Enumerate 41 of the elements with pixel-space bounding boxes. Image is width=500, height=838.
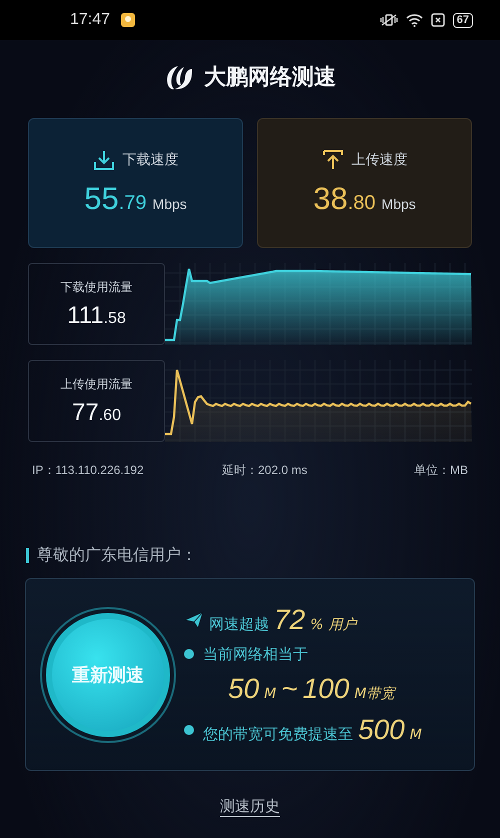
result-text: 当前网络相当于	[203, 644, 308, 664]
speed-unit: Mbps	[382, 196, 416, 212]
result-text: 网速超越	[209, 614, 269, 634]
usage-label: 下载使用流量	[60, 278, 132, 296]
unit-label: 单位：MB	[414, 462, 468, 479]
result-number: 72	[274, 604, 306, 636]
result-unit: 用户	[328, 616, 356, 634]
paper-plane-icon	[184, 610, 204, 628]
download-icon	[92, 149, 114, 171]
upload-icon	[322, 149, 344, 171]
usage-value: 111.58	[67, 302, 126, 330]
usage-label: 上传使用流量	[60, 376, 132, 392]
result-number: ~	[281, 672, 298, 704]
speed-label: 上传速度	[352, 151, 408, 169]
battery-icon: 67	[452, 12, 473, 28]
accent-bar	[26, 548, 29, 563]
app-title: 大鹏网络测速	[204, 64, 336, 92]
result-text: 您的带宽可免费提速至	[203, 724, 353, 744]
result-unit: %	[310, 616, 324, 632]
result-unit: M	[410, 726, 422, 742]
app-notification-icon	[120, 12, 136, 28]
speed-value: 55.79	[84, 181, 147, 217]
speed-value: 38.80	[313, 181, 376, 217]
bullet-icon	[184, 724, 194, 734]
history-link[interactable]: 测速历史	[220, 797, 280, 816]
speed-unit: Mbps	[152, 196, 187, 212]
wifi-icon	[406, 13, 423, 27]
result-number: 50	[228, 672, 260, 704]
bullet-icon	[184, 649, 194, 659]
ip-address: IP：113.110.226.192	[32, 462, 145, 479]
sim-blocked-icon	[430, 13, 445, 27]
latency: 延时：202.0 ms	[222, 462, 308, 479]
result-number: 100	[302, 672, 350, 704]
result-unit: M带宽	[354, 684, 394, 702]
speed-label: 下载速度	[122, 151, 178, 169]
result-unit: M	[264, 686, 276, 702]
vibrate-off-icon	[380, 13, 398, 27]
greeting: 尊敬的广东电信用户：	[37, 545, 197, 566]
status-time: 17:47	[70, 11, 110, 29]
result-number: 500	[358, 714, 405, 746]
usage-value: 77.60	[72, 398, 121, 426]
